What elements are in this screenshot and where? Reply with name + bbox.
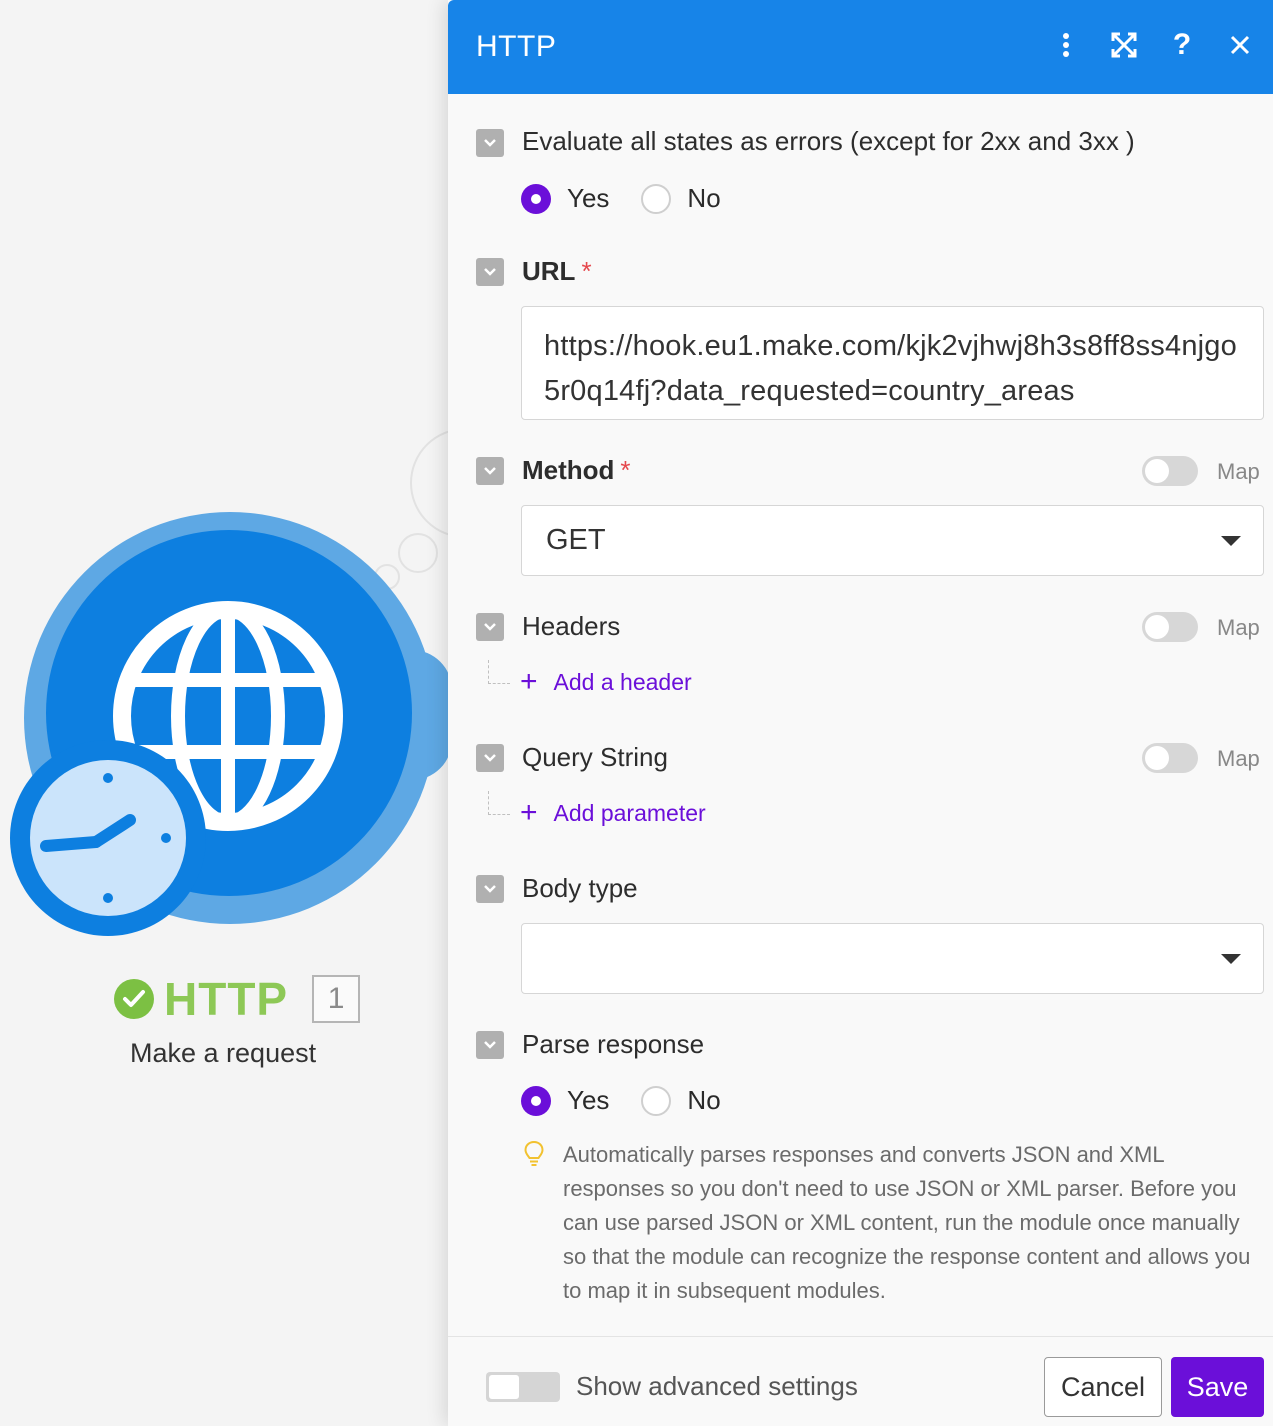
query-collapse-toggle[interactable] bbox=[476, 744, 504, 772]
method-map-label: Map bbox=[1217, 459, 1260, 484]
parse-no-radio[interactable] bbox=[641, 1085, 672, 1116]
evaluate-radio-group: Yes No bbox=[521, 183, 753, 214]
lightbulb-icon bbox=[524, 1140, 544, 1166]
add-parameter-button[interactable]: + Add parameter bbox=[520, 798, 706, 828]
dropdown-caret-icon bbox=[1221, 536, 1241, 546]
panel-footer: Show advanced settings Cancel Save bbox=[448, 1336, 1273, 1426]
evaluate-yes-radio[interactable] bbox=[521, 183, 551, 214]
chevron-down-icon bbox=[484, 754, 496, 762]
chevron-down-icon bbox=[484, 467, 496, 475]
parse-response-hint: Automatically parses responses and conve… bbox=[563, 1142, 1251, 1303]
add-header-button[interactable]: + Add a header bbox=[520, 667, 692, 697]
evaluate-label: Evaluate all states as errors (except fo… bbox=[522, 126, 1135, 156]
panel-header: HTTP ? bbox=[448, 0, 1273, 94]
help-icon[interactable]: ? bbox=[1167, 28, 1197, 62]
plus-icon: + bbox=[520, 796, 538, 829]
method-select[interactable]: GET bbox=[521, 505, 1264, 576]
close-icon[interactable] bbox=[1225, 28, 1255, 62]
headers-map-toggle[interactable] bbox=[1142, 612, 1198, 642]
success-check-icon bbox=[114, 979, 154, 1019]
url-label-text: URL bbox=[522, 256, 576, 286]
method-label-text: Method bbox=[522, 455, 615, 485]
parse-yes-radio[interactable] bbox=[521, 1085, 551, 1116]
chevron-down-icon bbox=[484, 139, 496, 147]
parse-yes-label[interactable]: Yes bbox=[567, 1085, 609, 1116]
connector-bubble-small bbox=[398, 533, 438, 573]
headers-map-label: Map bbox=[1217, 615, 1260, 640]
method-label: Method * bbox=[522, 455, 631, 486]
advanced-settings-label[interactable]: Show advanced settings bbox=[576, 1371, 858, 1402]
body-type-collapse-toggle[interactable] bbox=[476, 875, 504, 903]
method-map-toggle[interactable] bbox=[1142, 456, 1198, 486]
save-button[interactable]: Save bbox=[1171, 1357, 1264, 1417]
add-header-label: Add a header bbox=[553, 668, 692, 695]
parse-no-label[interactable]: No bbox=[687, 1085, 720, 1116]
expand-icon[interactable] bbox=[1109, 28, 1139, 62]
headers-collapse-toggle[interactable] bbox=[476, 613, 504, 641]
body-type-select[interactable] bbox=[521, 923, 1264, 994]
method-value: GET bbox=[546, 524, 606, 556]
tree-connector bbox=[488, 660, 510, 684]
required-marker: * bbox=[620, 455, 631, 485]
evaluate-no-radio[interactable] bbox=[641, 183, 672, 214]
module-number-badge: 1 bbox=[312, 975, 361, 1023]
evaluate-yes-label[interactable]: Yes bbox=[567, 183, 609, 214]
parse-collapse-toggle[interactable] bbox=[476, 1031, 504, 1059]
evaluate-collapse-toggle[interactable] bbox=[476, 129, 504, 157]
parse-radio-group: Yes No bbox=[521, 1085, 753, 1116]
method-collapse-toggle[interactable] bbox=[476, 457, 504, 485]
module-name: HTTP bbox=[164, 973, 289, 1025]
chevron-down-icon bbox=[484, 623, 496, 631]
tree-connector bbox=[488, 791, 510, 815]
advanced-settings-toggle[interactable] bbox=[486, 1372, 560, 1402]
required-marker: * bbox=[581, 256, 592, 286]
schedule-clock-icon[interactable] bbox=[8, 738, 208, 938]
parse-label: Parse response bbox=[522, 1029, 705, 1059]
scenario-canvas: HTTP 1 Make a request bbox=[0, 0, 520, 1426]
url-value[interactable]: https://hook.eu1.make.com/kjk2vjhwj8h3s8… bbox=[522, 307, 1263, 431]
headers-label: Headers bbox=[522, 611, 621, 641]
module-settings-panel: HTTP ? Evaluate all states as errors (ex… bbox=[448, 0, 1273, 1426]
evaluate-no-label[interactable]: No bbox=[687, 183, 720, 214]
module-subtitle: Make a request bbox=[130, 1038, 317, 1068]
url-collapse-toggle[interactable] bbox=[476, 258, 504, 286]
body-type-label: Body type bbox=[522, 873, 638, 903]
module-title[interactable]: HTTP 1 bbox=[114, 972, 361, 1026]
panel-title: HTTP bbox=[476, 30, 557, 63]
plus-icon: + bbox=[520, 665, 538, 698]
query-map-toggle[interactable] bbox=[1142, 743, 1198, 773]
query-map-label: Map bbox=[1217, 746, 1260, 771]
chevron-down-icon bbox=[484, 1041, 496, 1049]
chevron-down-icon bbox=[484, 885, 496, 893]
cancel-button[interactable]: Cancel bbox=[1044, 1357, 1162, 1417]
dropdown-caret-icon bbox=[1221, 954, 1241, 964]
url-field[interactable]: https://hook.eu1.make.com/kjk2vjhwj8h3s8… bbox=[521, 306, 1264, 420]
url-label: URL * bbox=[522, 256, 592, 287]
chevron-down-icon bbox=[484, 268, 496, 276]
query-label: Query String bbox=[522, 742, 668, 772]
more-vertical-icon[interactable] bbox=[1051, 28, 1081, 62]
add-parameter-label: Add parameter bbox=[553, 799, 706, 826]
